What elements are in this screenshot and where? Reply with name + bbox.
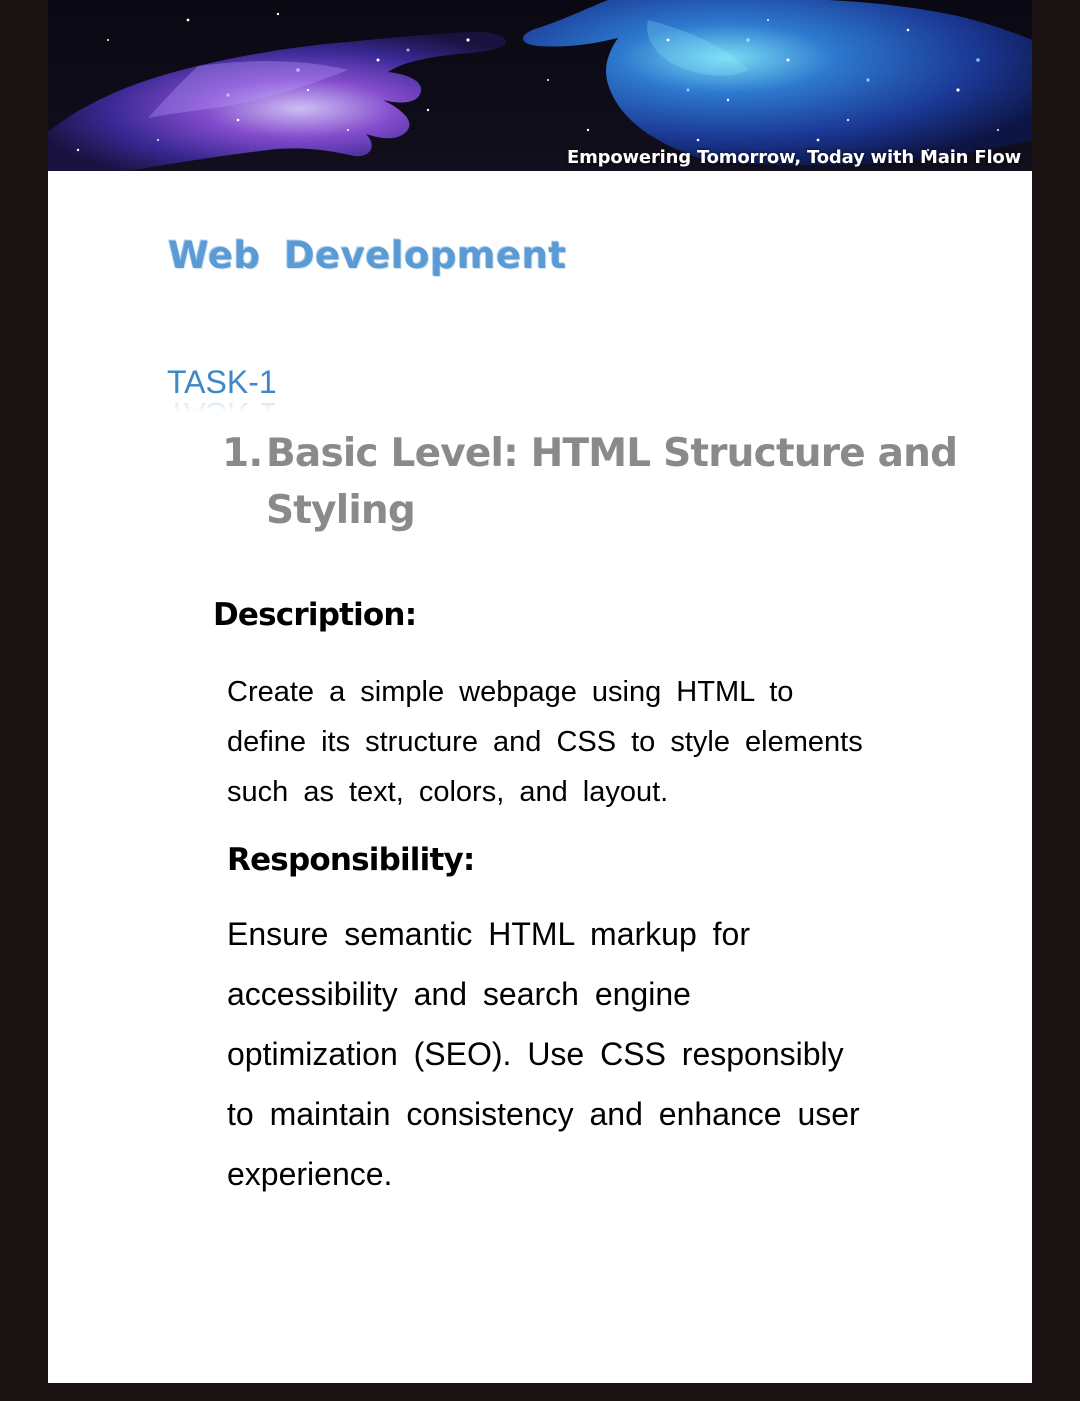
task-label: TASK-1 (167, 364, 277, 400)
banner-tagline: Empowering Tomorrow, Today with Main Flo… (567, 147, 1022, 168)
description-line: such as text, colors, and layout. (227, 776, 669, 808)
description-heading: Description: (213, 597, 417, 633)
description-line: define its structure and CSS to style el… (227, 726, 863, 758)
responsibility-heading: Responsibility: (227, 842, 475, 878)
section-title-line: Styling (266, 488, 416, 533)
responsibility-line: optimization (SEO). Use CSS responsibly (227, 1036, 844, 1072)
responsibility-line: Ensure semantic HTML markup for (227, 916, 750, 952)
responsibility-line: experience. (227, 1156, 393, 1192)
responsibility-line: to maintain consistency and enhance user (227, 1096, 860, 1132)
section-title: Basic Level: HTML Structure and Styling (222, 425, 958, 539)
description-line: Create a simple webpage using HTML to (227, 676, 794, 708)
document-title: Web Development (168, 234, 567, 277)
section-title-line: Basic Level: HTML Structure and (266, 431, 958, 476)
responsibility-paragraph: Ensure semantic HTML markup for accessib… (227, 904, 927, 1204)
section-heading: 1. Basic Level: HTML Structure and Styli… (222, 425, 958, 539)
header-banner: Empowering Tomorrow, Today with Main Flo… (48, 0, 1032, 171)
section-number: 1. (222, 431, 263, 476)
responsibility-line: accessibility and search engine (227, 976, 691, 1012)
galaxy-hands-image (48, 0, 1032, 171)
document-page: Empowering Tomorrow, Today with Main Flo… (48, 0, 1032, 1383)
description-paragraph: Create a simple webpage using HTML to de… (227, 667, 927, 817)
document-frame: Empowering Tomorrow, Today with Main Flo… (0, 0, 1080, 1401)
